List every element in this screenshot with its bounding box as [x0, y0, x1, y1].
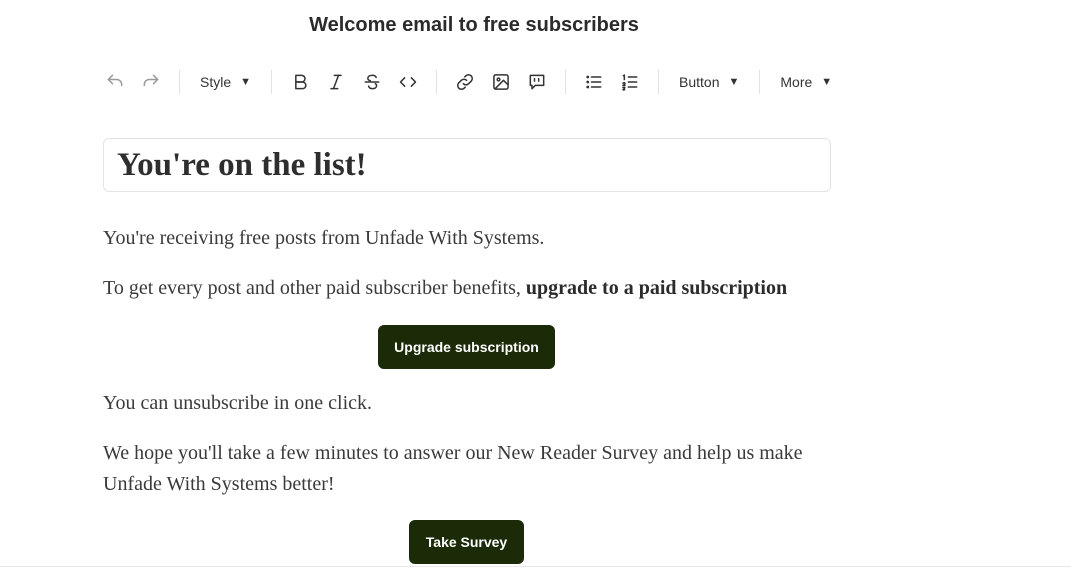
paragraph-unsubscribe[interactable]: You can unsubscribe in one click. — [103, 388, 372, 419]
toolbar-divider — [436, 70, 438, 94]
more-dropdown-label: More — [780, 74, 813, 90]
email-heading[interactable]: You're on the list! — [117, 147, 367, 184]
toolbar-divider — [179, 70, 180, 94]
unsubscribe-link[interactable]: unsubscribe in one click — [173, 392, 367, 414]
image-icon — [493, 74, 509, 90]
more-dropdown[interactable]: More ▼ — [770, 64, 842, 100]
upgrade-button-label: Upgrade subscription — [394, 339, 539, 355]
image-button[interactable] — [483, 64, 519, 100]
heading-block[interactable]: You're on the list! — [103, 138, 831, 192]
paragraph-text: To get every post and other paid subscri… — [103, 277, 526, 299]
link-button[interactable] — [447, 64, 483, 100]
email-editor[interactable]: You're on the list! You're receiving fre… — [103, 138, 831, 564]
undo-button[interactable] — [97, 64, 133, 100]
redo-icon — [143, 74, 159, 87]
paragraph-text: You can — [103, 392, 174, 414]
caret-down-icon: ▼ — [240, 75, 252, 88]
code-icon — [399, 77, 417, 87]
link-icon — [457, 73, 474, 91]
toolbar-divider — [759, 70, 761, 94]
bold-icon — [295, 74, 307, 90]
upgrade-link[interactable]: upgrade to a paid subscription — [526, 277, 787, 299]
numbered-list-icon — [622, 74, 638, 91]
toolbar-divider — [271, 70, 273, 94]
paragraph-text: You're receiving free posts from Unfade … — [103, 227, 545, 249]
bullet-list-button[interactable] — [576, 64, 612, 100]
code-button[interactable] — [390, 64, 426, 100]
page-title: Welcome email to free subscribers — [309, 14, 639, 36]
style-dropdown-label: Style — [200, 74, 232, 90]
editor-toolbar: Style ▼ Button ▼ More ▼ — [97, 64, 842, 100]
survey-button-label: Take Survey — [425, 534, 508, 550]
caret-down-icon: ▼ — [728, 75, 740, 88]
button-dropdown-label: Button — [679, 74, 720, 90]
bold-button[interactable] — [282, 64, 318, 100]
button-dropdown[interactable]: Button ▼ — [669, 64, 749, 100]
take-survey-button[interactable]: Take Survey — [409, 520, 524, 564]
paragraph-survey[interactable]: We hope you'll take a few minutes to ans… — [103, 438, 831, 500]
caret-down-icon: ▼ — [821, 75, 833, 88]
italic-button[interactable] — [318, 64, 354, 100]
strikethrough-icon — [364, 74, 380, 90]
paragraph-text: We hope you'll take a few minutes to ans… — [103, 442, 803, 495]
paragraph-upgrade[interactable]: To get every post and other paid subscri… — [103, 273, 787, 304]
undo-icon — [107, 74, 123, 87]
bullet-list-icon — [586, 75, 602, 89]
quote-icon — [529, 74, 545, 90]
paragraph-free-posts[interactable]: You're receiving free posts from Unfade … — [103, 223, 544, 254]
redo-button[interactable] — [133, 64, 169, 100]
toolbar-divider — [658, 70, 660, 94]
style-dropdown[interactable]: Style ▼ — [190, 64, 261, 100]
toolbar-divider — [565, 70, 567, 94]
divider — [0, 566, 1071, 567]
paragraph-text: . — [367, 392, 373, 414]
italic-icon — [330, 74, 342, 90]
upgrade-subscription-button[interactable]: Upgrade subscription — [378, 325, 555, 369]
numbered-list-button[interactable] — [612, 64, 648, 100]
strikethrough-button[interactable] — [354, 64, 390, 100]
quote-button[interactable] — [519, 64, 555, 100]
